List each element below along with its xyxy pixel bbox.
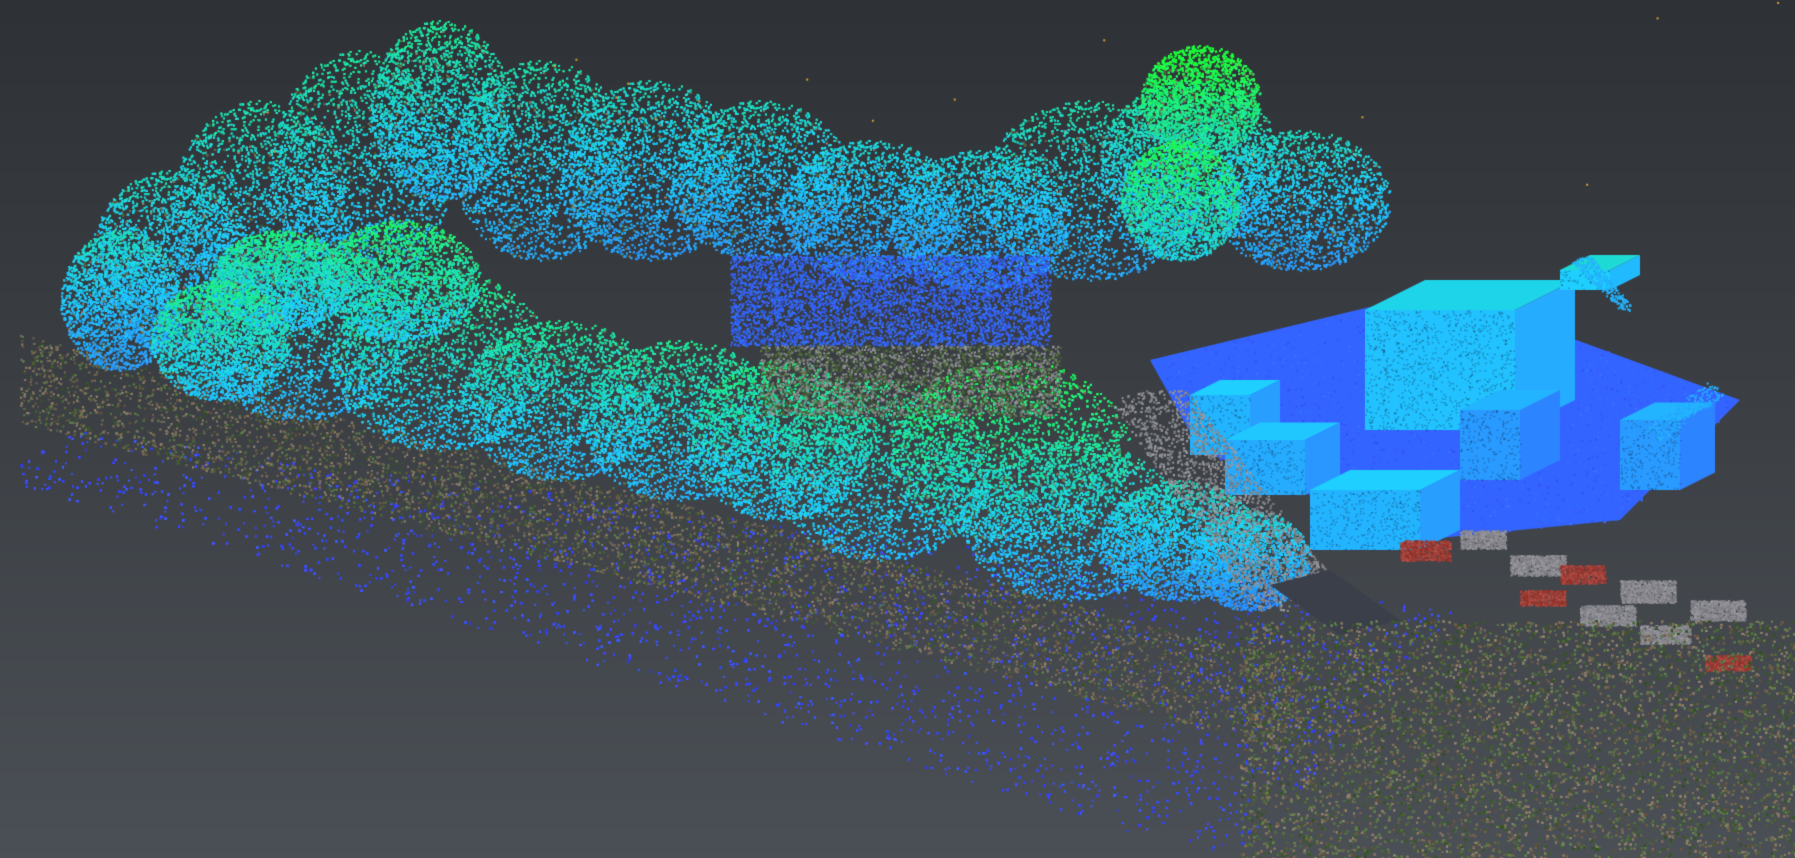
point-cloud-viewport[interactable] xyxy=(0,0,1795,858)
point-cloud-canvas[interactable] xyxy=(0,0,1795,858)
